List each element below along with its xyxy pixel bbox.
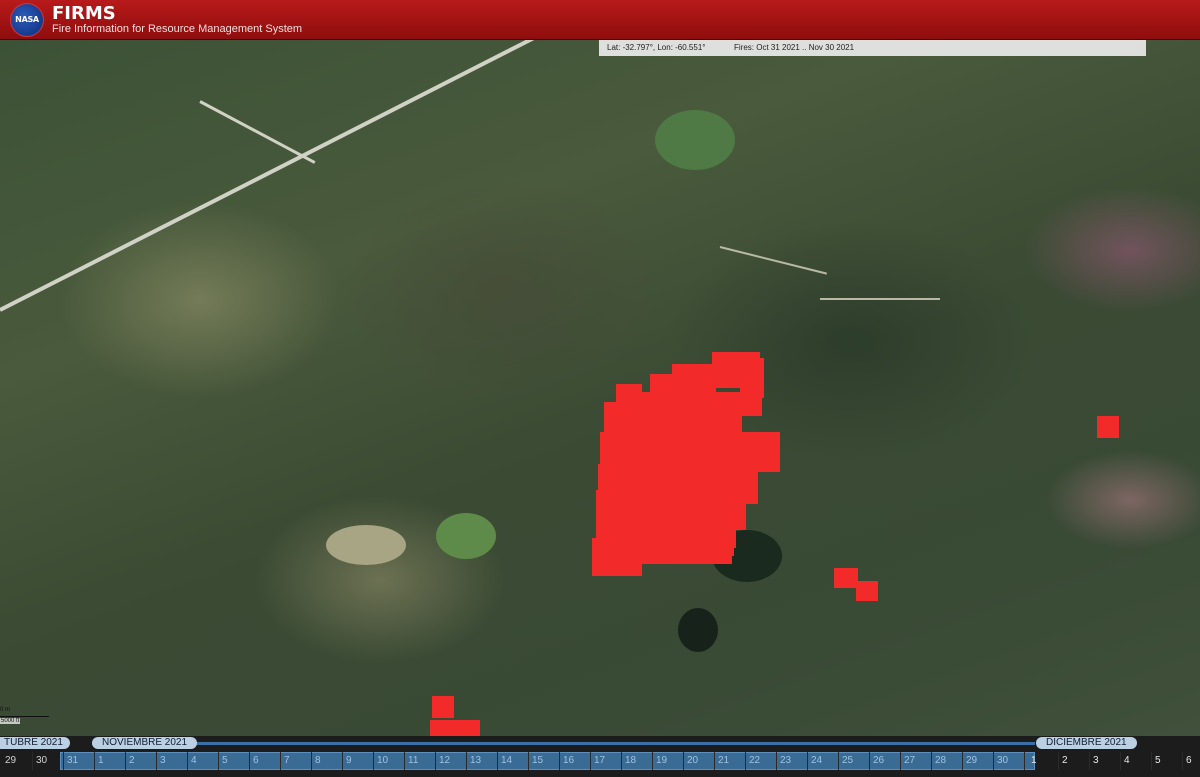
timeline-day[interactable]: 6 [250,752,281,770]
month-label-december[interactable]: DICIEMBRE 2021 [1036,737,1137,749]
fire-detection[interactable] [1097,416,1119,438]
timeline-day[interactable]: 17 [591,752,622,770]
dirt-road-east [820,298,940,300]
timeline-day[interactable]: 4 [188,752,219,770]
timeline-day[interactable]: 14 [498,752,529,770]
nasa-logo[interactable]: NASA [10,3,44,37]
timeline-day[interactable]: 27 [901,752,932,770]
timeline-day[interactable]: 29 [963,752,994,770]
highway [0,40,545,312]
timeline-day[interactable]: 6 [1183,752,1200,770]
timeline-day[interactable]: 18 [622,752,653,770]
timeline-day[interactable]: 3 [1090,752,1121,770]
timeline-day[interactable]: 23 [777,752,808,770]
pond [436,513,496,559]
timeline-day[interactable]: 28 [932,752,963,770]
fire-detection[interactable] [700,526,726,546]
timeline-day[interactable]: 8 [312,752,343,770]
timeline-day[interactable]: 29 [2,752,33,770]
lake-small [678,608,718,652]
app-title[interactable]: FIRMS [52,3,116,24]
fire-detection[interactable] [834,568,858,588]
timeline-day[interactable]: 9 [343,752,374,770]
timeline-day[interactable]: 21 [715,752,746,770]
timeline-day[interactable]: 24 [808,752,839,770]
timeline-day[interactable]: 12 [436,752,467,770]
timeline-day[interactable]: 5 [1152,752,1183,770]
timeline-day[interactable]: 15 [529,752,560,770]
timeline-day[interactable]: 7 [281,752,312,770]
scale-feet-label: 5000 ft [0,718,21,724]
timeline-day[interactable]: 2 [1059,752,1090,770]
fires-date-range: Fires: Oct 31 2021 .. Nov 30 2021 [734,43,855,52]
satellite-map[interactable] [0,40,1200,736]
cursor-coordinates: Lat: -32.797°, Lon: -60.551° [607,43,706,52]
timeline-day[interactable]: 20 [684,752,715,770]
timeline-day[interactable]: 30 [33,752,64,770]
coordinate-readout: Lat: -32.797°, Lon: -60.551° Fires: Oct … [599,40,1146,56]
timeline-day[interactable]: 2 [126,752,157,770]
scale-meters-label: 0 m [0,707,11,713]
month-label-october[interactable]: TUBRE 2021 [0,737,70,749]
scale-line [0,716,49,717]
fire-detection[interactable] [642,420,662,440]
timeline-day[interactable]: 22 [746,752,777,770]
timeline-day[interactable]: 16 [560,752,591,770]
timeline-day[interactable]: 26 [870,752,901,770]
timeline-day[interactable]: 1 [95,752,126,770]
timeline-day[interactable]: 1 [1028,752,1059,770]
timeline-day[interactable]: 4 [1121,752,1152,770]
timeline-day[interactable]: 11 [405,752,436,770]
timeline-day[interactable]: 5 [219,752,250,770]
timeline-day[interactable]: 19 [653,752,684,770]
timeline[interactable]: TUBRE 2021 NOVIEMBRE 2021 DICIEMBRE 2021… [0,736,1200,777]
scale-bar: 0 m 5000 ft [0,706,50,728]
timeline-day[interactable]: 3 [157,752,188,770]
fire-detection[interactable] [432,696,454,718]
app-subtitle: Fire Information for Resource Management… [52,23,303,35]
fire-detection[interactable] [430,720,480,736]
timeline-day[interactable]: 25 [839,752,870,770]
timeline-day[interactable]: 30 [994,752,1025,770]
fire-detection[interactable] [738,440,776,470]
timeline-day[interactable]: 31 [64,752,95,770]
month-label-november[interactable]: NOVIEMBRE 2021 [92,737,198,749]
dirt-road [719,246,827,275]
pond-north [655,110,735,170]
timeline-day[interactable]: 10 [374,752,405,770]
side-road [199,100,316,164]
month-band-november [92,742,1035,745]
fire-detection[interactable] [750,358,764,398]
pond-west [326,525,406,565]
app-header: NASA FIRMS Fire Information for Resource… [0,0,1200,40]
timeline-day[interactable]: 13 [467,752,498,770]
fire-detection[interactable] [856,581,878,601]
